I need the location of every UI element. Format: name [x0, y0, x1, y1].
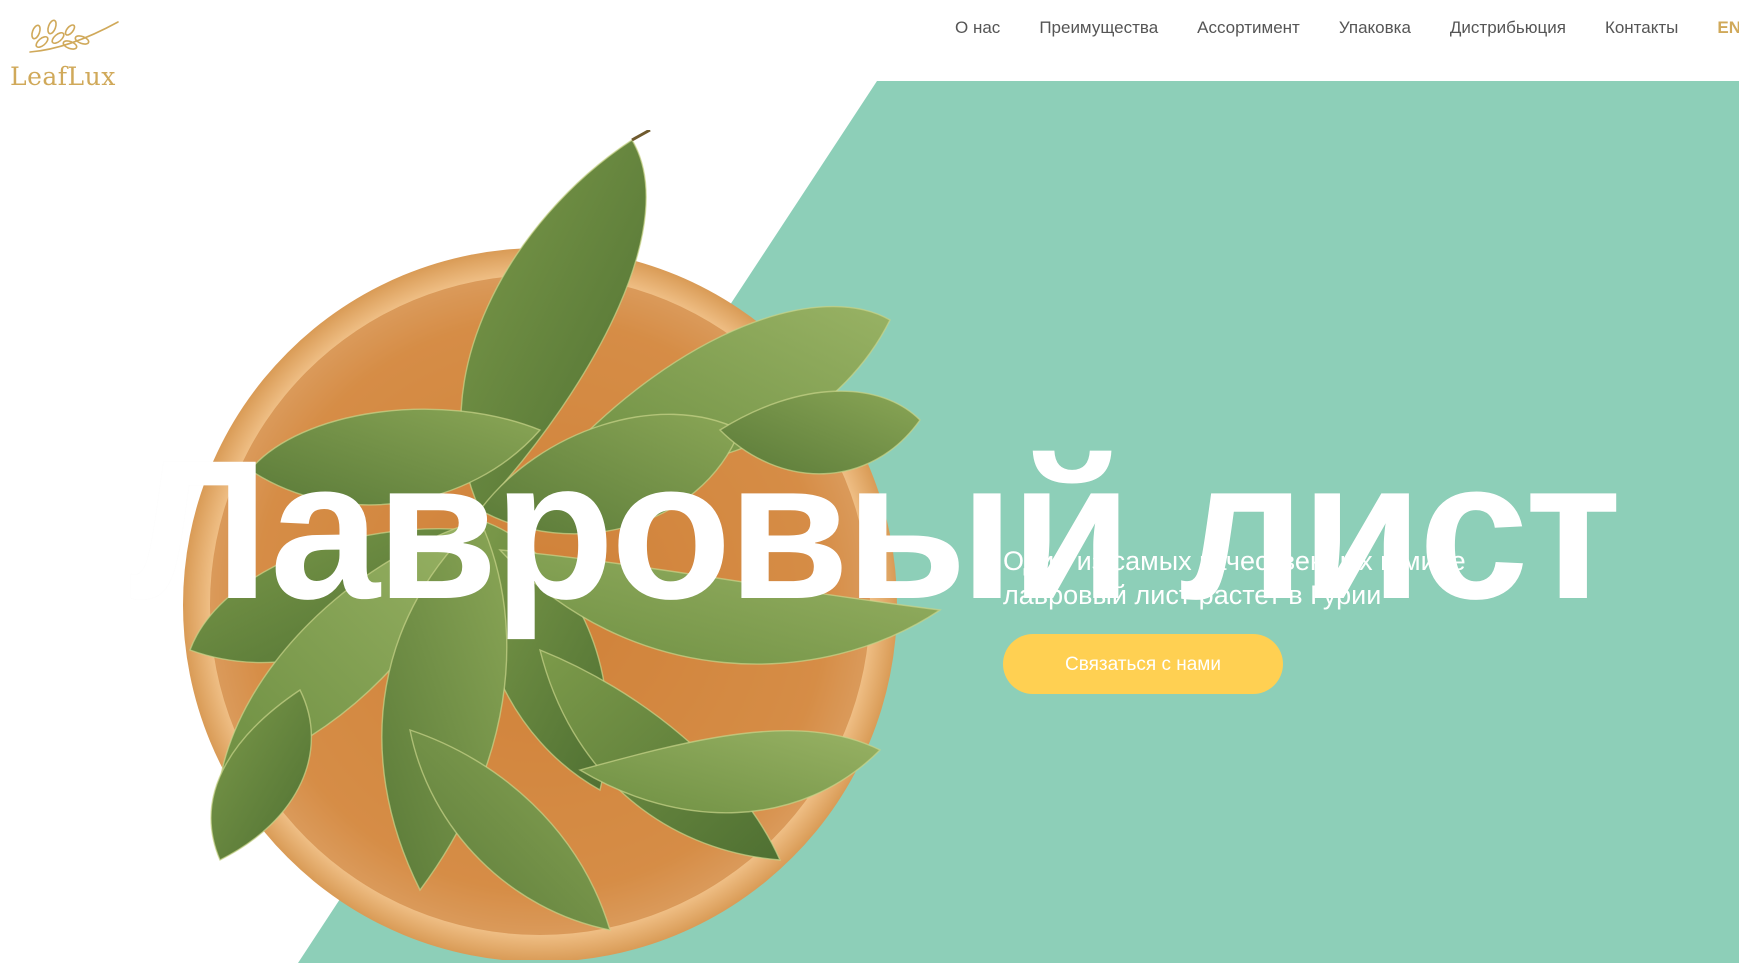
contact-us-button[interactable]: Связаться с нами — [1003, 634, 1283, 694]
hero-subtitle: Один из самых качественных в мире лавров… — [1003, 546, 1466, 610]
laurel-branch-icon — [29, 19, 119, 53]
nav-item-advantages[interactable]: Преимущества — [1039, 18, 1158, 38]
header — [0, 0, 1739, 81]
nav-item-about[interactable]: О нас — [955, 18, 1000, 38]
logo-text: LeafLux — [10, 62, 116, 91]
language-switch[interactable]: EN — [1717, 18, 1739, 38]
nav-item-distribution[interactable]: Дистрибьюция — [1450, 18, 1566, 38]
nav-item-assortment[interactable]: Ассортимент — [1197, 18, 1300, 38]
nav-item-contacts[interactable]: Контакты — [1605, 18, 1678, 38]
logo[interactable]: LeafLux — [10, 12, 122, 92]
main-nav: О нас Преимущества Ассортимент Упаковка … — [916, 18, 1739, 38]
page: LeafLux О нас Преимущества Ассортимент У… — [0, 0, 1739, 963]
nav-item-packaging[interactable]: Упаковка — [1339, 18, 1411, 38]
